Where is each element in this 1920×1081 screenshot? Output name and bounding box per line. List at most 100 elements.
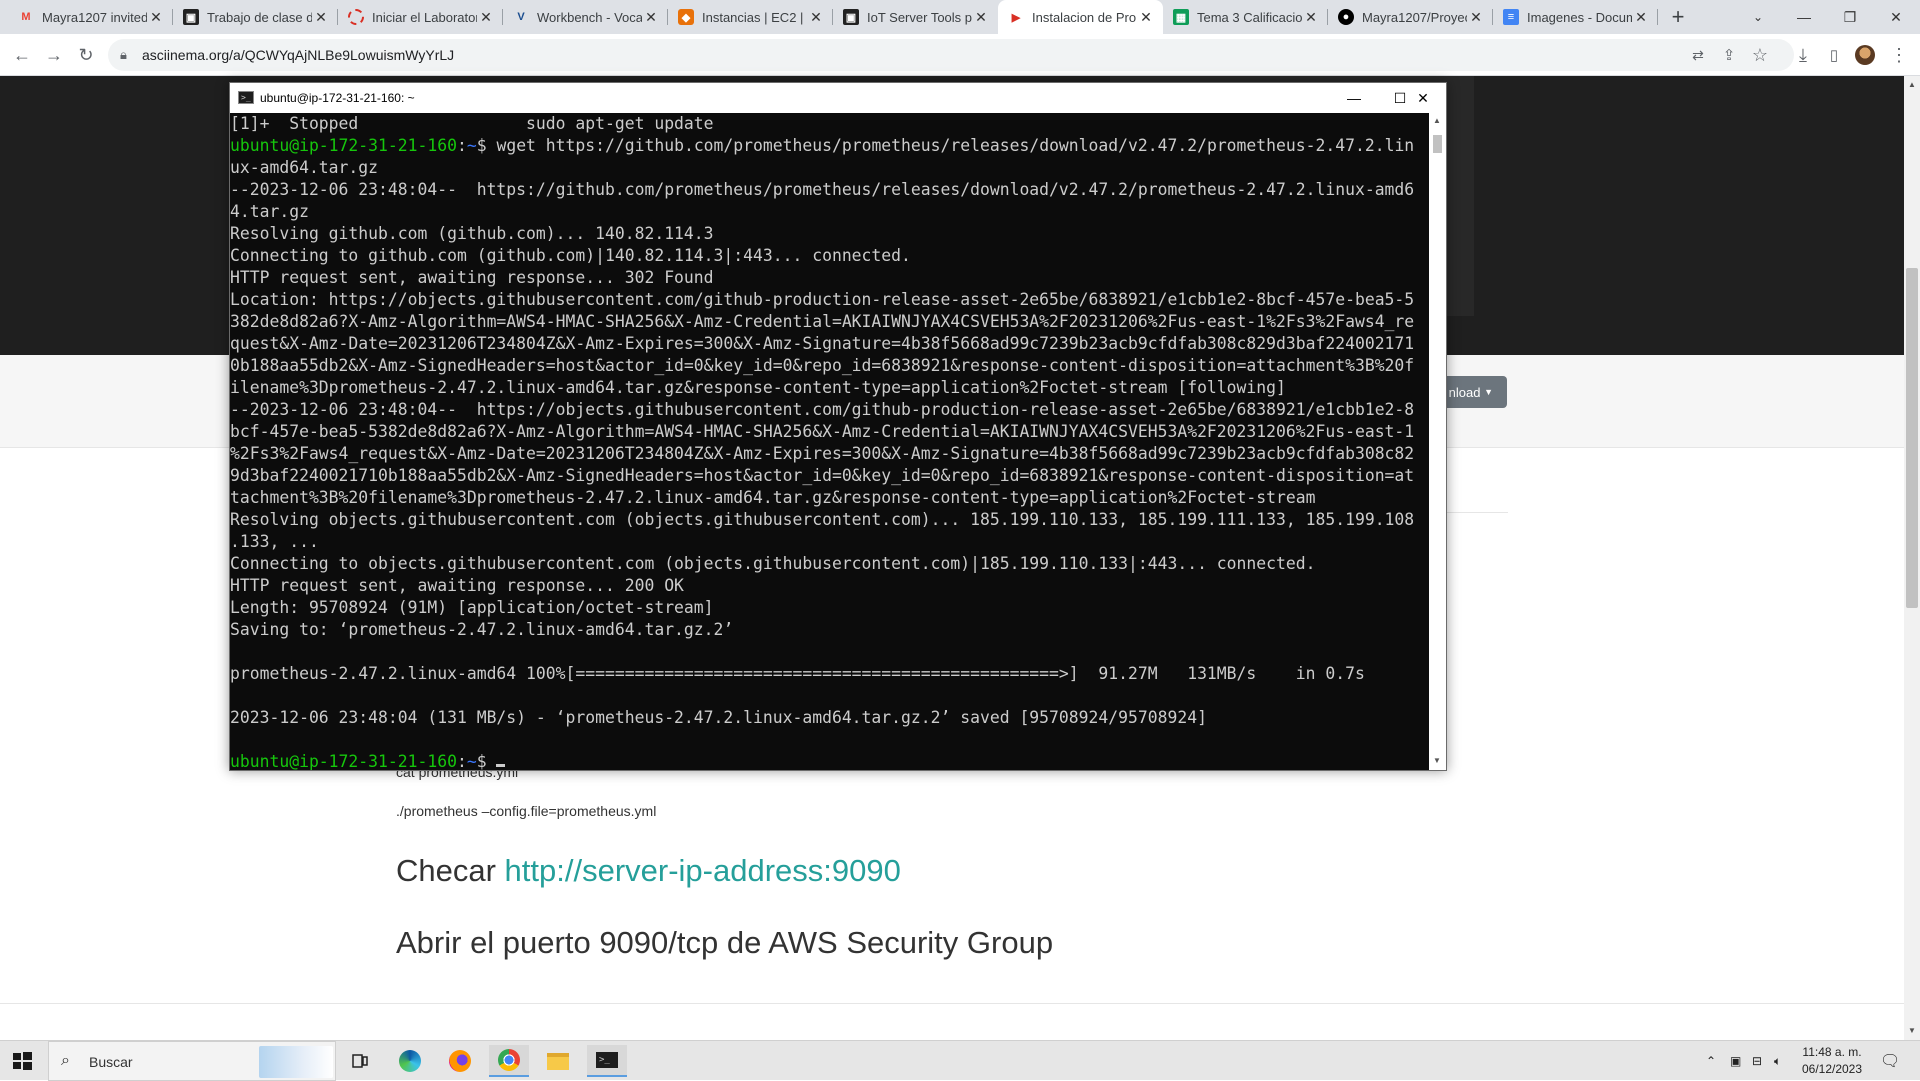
translate-icon[interactable]: ⇄ xyxy=(1686,43,1710,67)
terminal-line: Resolving github.com (github.com)... 140… xyxy=(230,224,714,243)
show-hidden-icons[interactable]: ⌃ xyxy=(1706,1041,1716,1081)
lock-icon[interactable]: 🔒︎ xyxy=(120,47,127,63)
terminal-line: quest&X-Amz-Date=20231206T234804Z&X-Amz-… xyxy=(230,334,1415,353)
prompt-colon: : xyxy=(456,752,467,770)
close-tab-icon[interactable]: ✕ xyxy=(1137,9,1155,26)
browser-toolbar: ← → ↻ 🔒︎ asciinema.org/a/QCWYqAjNLBe9Low… xyxy=(0,34,1920,76)
download-button[interactable]: nload ▼ xyxy=(1440,376,1507,408)
browser-tab[interactable]: ▣ Trabajo de clase de ✕ xyxy=(173,0,338,34)
console-minimize-button[interactable]: — xyxy=(1331,83,1377,113)
browser-tab[interactable]: M Mayra1207 invited ✕ xyxy=(8,0,173,34)
forward-icon[interactable]: → xyxy=(42,43,66,67)
close-tab-icon[interactable]: ✕ xyxy=(1302,9,1320,26)
scroll-up-icon[interactable]: ▲ xyxy=(1908,80,1916,89)
scroll-down-icon[interactable]: ▼ xyxy=(1908,1026,1916,1035)
close-window-button[interactable]: ✕ xyxy=(1873,0,1919,34)
windows-start-icon[interactable] xyxy=(10,1049,34,1073)
terminal-line: prometheus-2.47.2.linux-amd64 100%[=====… xyxy=(230,664,1365,683)
scrollbar-thumb[interactable] xyxy=(1433,135,1442,153)
terminal-line: [1]+ Stopped sudo apt-get update xyxy=(230,114,714,133)
file-explorer-icon[interactable] xyxy=(538,1045,578,1077)
address-bar[interactable]: 🔒︎ asciinema.org/a/QCWYqAjNLBe9LowuismWy… xyxy=(108,39,1794,71)
side-panel-icon[interactable]: ▯ xyxy=(1822,43,1846,67)
console-titlebar[interactable]: >_ ubuntu@ip-172-31-21-160: ~ — ☐ ✕ xyxy=(230,83,1446,113)
close-tab-icon[interactable]: ✕ xyxy=(642,9,660,26)
share-icon[interactable]: ⇪ xyxy=(1717,43,1741,67)
browser-tab[interactable]: Iniciar el Laborator ✕ xyxy=(338,0,503,34)
new-tab-button[interactable]: + xyxy=(1664,0,1692,34)
bookmark-star-icon[interactable]: ☆ xyxy=(1748,43,1772,67)
menu-icon[interactable]: ⋮ xyxy=(1887,43,1911,67)
taskbar-search-box[interactable]: ⌕ Buscar xyxy=(48,1041,336,1081)
terminal-line: ubuntu@ip-172-31-21-160:~$ xyxy=(230,751,1429,770)
server-link[interactable]: http://server-ip-address:9090 xyxy=(505,853,901,888)
aws-icon: ◆ xyxy=(678,9,694,25)
back-icon[interactable]: ← xyxy=(10,43,34,67)
close-tab-icon[interactable]: ✕ xyxy=(147,9,165,26)
prompt-colon: : xyxy=(456,136,467,155)
github-icon: ● xyxy=(1338,9,1354,25)
console-title: ubuntu@ip-172-31-21-160: ~ xyxy=(260,91,415,105)
gmail-icon: M xyxy=(21,11,31,23)
prompt-path: ~ xyxy=(466,136,477,155)
terminal-app-icon[interactable]: >_ xyxy=(587,1045,627,1077)
notifications-icon[interactable]: 🗨︎ xyxy=(1880,1041,1900,1081)
terminal-line: Connecting to github.com (github.com)|14… xyxy=(230,246,911,265)
page-scrollbar[interactable]: ▲ ▼ xyxy=(1904,76,1920,1040)
volume-icon[interactable]: 🔈︎ xyxy=(1774,1041,1781,1081)
doc-heading-open-port: Abrir el puerto 9090/tcp de AWS Security… xyxy=(396,925,1054,960)
profile-avatar[interactable] xyxy=(1853,43,1877,67)
prompt-user: ubuntu@ip-172-31-21-160 xyxy=(230,136,457,155)
scroll-up-icon[interactable]: ▲ xyxy=(1433,116,1441,125)
scrollbar-thumb[interactable] xyxy=(1906,268,1918,608)
terminal-line: Location: https://objects.githubusercont… xyxy=(230,290,1415,309)
tab-title: Iniciar el Laborator xyxy=(372,9,477,25)
restore-button[interactable]: ❐ xyxy=(1827,0,1873,34)
terminal-output[interactable]: [1]+ Stopped sudo apt-get update ubuntu@i… xyxy=(230,113,1429,770)
close-tab-icon[interactable]: ✕ xyxy=(807,9,825,26)
edge-icon[interactable] xyxy=(390,1045,430,1077)
console-scrollbar[interactable]: ▲ ▼ xyxy=(1429,113,1446,770)
scroll-down-icon[interactable]: ▼ xyxy=(1433,756,1441,765)
terminal-line: ilename%3Dprometheus-2.47.2.linux-amd64.… xyxy=(230,378,1286,397)
url-text[interactable]: asciinema.org/a/QCWYqAjNLBe9LowuismWyYrL… xyxy=(142,47,454,63)
browser-tab[interactable]: ◆ Instancias | EC2 | u ✕ xyxy=(668,0,833,34)
task-view-icon[interactable] xyxy=(340,1045,380,1077)
browser-tab[interactable]: ● Mayra1207/Proyec ✕ xyxy=(1328,0,1493,34)
terminal-line: .133, ... xyxy=(230,532,319,551)
close-tab-icon[interactable]: ✕ xyxy=(477,9,495,26)
taskbar-clock[interactable]: 11:48 a. m. 06/12/2023 xyxy=(1792,1044,1872,1078)
close-tab-icon[interactable]: ✕ xyxy=(312,9,330,26)
close-tab-icon[interactable]: ✕ xyxy=(972,9,990,26)
console-window[interactable]: >_ ubuntu@ip-172-31-21-160: ~ — ☐ ✕ [1]+… xyxy=(229,82,1447,771)
network-icon[interactable]: ⊟ xyxy=(1752,1041,1762,1081)
vocareum-icon: V xyxy=(517,11,525,23)
tab-title: Imagenes - Docum xyxy=(1527,9,1632,25)
close-tab-icon[interactable]: ✕ xyxy=(1632,9,1650,26)
terminal-line: ux-amd64.tar.gz xyxy=(230,158,379,177)
browser-tab[interactable]: V Workbench - Vocar ✕ xyxy=(503,0,668,34)
terminal-line: 4.tar.gz xyxy=(230,202,309,221)
loading-icon xyxy=(348,9,364,25)
reload-icon[interactable]: ↻ xyxy=(74,43,98,67)
minimize-button[interactable]: — xyxy=(1781,0,1827,34)
browser-tab[interactable]: ≡ Imagenes - Docum ✕ xyxy=(1493,0,1658,34)
terminal-line: tachment%3B%20filename%3Dprometheus-2.47… xyxy=(230,488,1316,507)
prompt-user: ubuntu@ip-172-31-21-160 xyxy=(230,752,457,770)
browser-tab[interactable]: ▶ Instalacion de Pror ✕ xyxy=(998,0,1163,34)
browser-tab[interactable]: ▣ IoT Server Tools pa ✕ xyxy=(833,0,998,34)
browser-tab[interactable]: ▦ Tema 3 Calificacion ✕ xyxy=(1163,0,1328,34)
terminal-line: bcf-457e-bea5-5382de8d82a6?X-Amz-Algorit… xyxy=(230,422,1415,441)
tab-search-button[interactable]: ⌄ xyxy=(1735,0,1781,34)
classroom-icon: ▣ xyxy=(183,9,199,25)
chrome-icon[interactable] xyxy=(489,1045,529,1077)
check-prefix: Checar xyxy=(396,853,505,888)
download-icon[interactable]: ⤓ xyxy=(1791,43,1815,67)
firefox-icon[interactable] xyxy=(440,1045,480,1077)
search-icon: ⌕ xyxy=(61,1052,70,1069)
meet-now-icon[interactable]: ▣ xyxy=(1730,1041,1741,1081)
tab-title: Mayra1207/Proyec xyxy=(1362,9,1467,25)
console-close-button[interactable]: ✕ xyxy=(1400,83,1446,113)
close-tab-icon[interactable]: ✕ xyxy=(1467,9,1485,26)
